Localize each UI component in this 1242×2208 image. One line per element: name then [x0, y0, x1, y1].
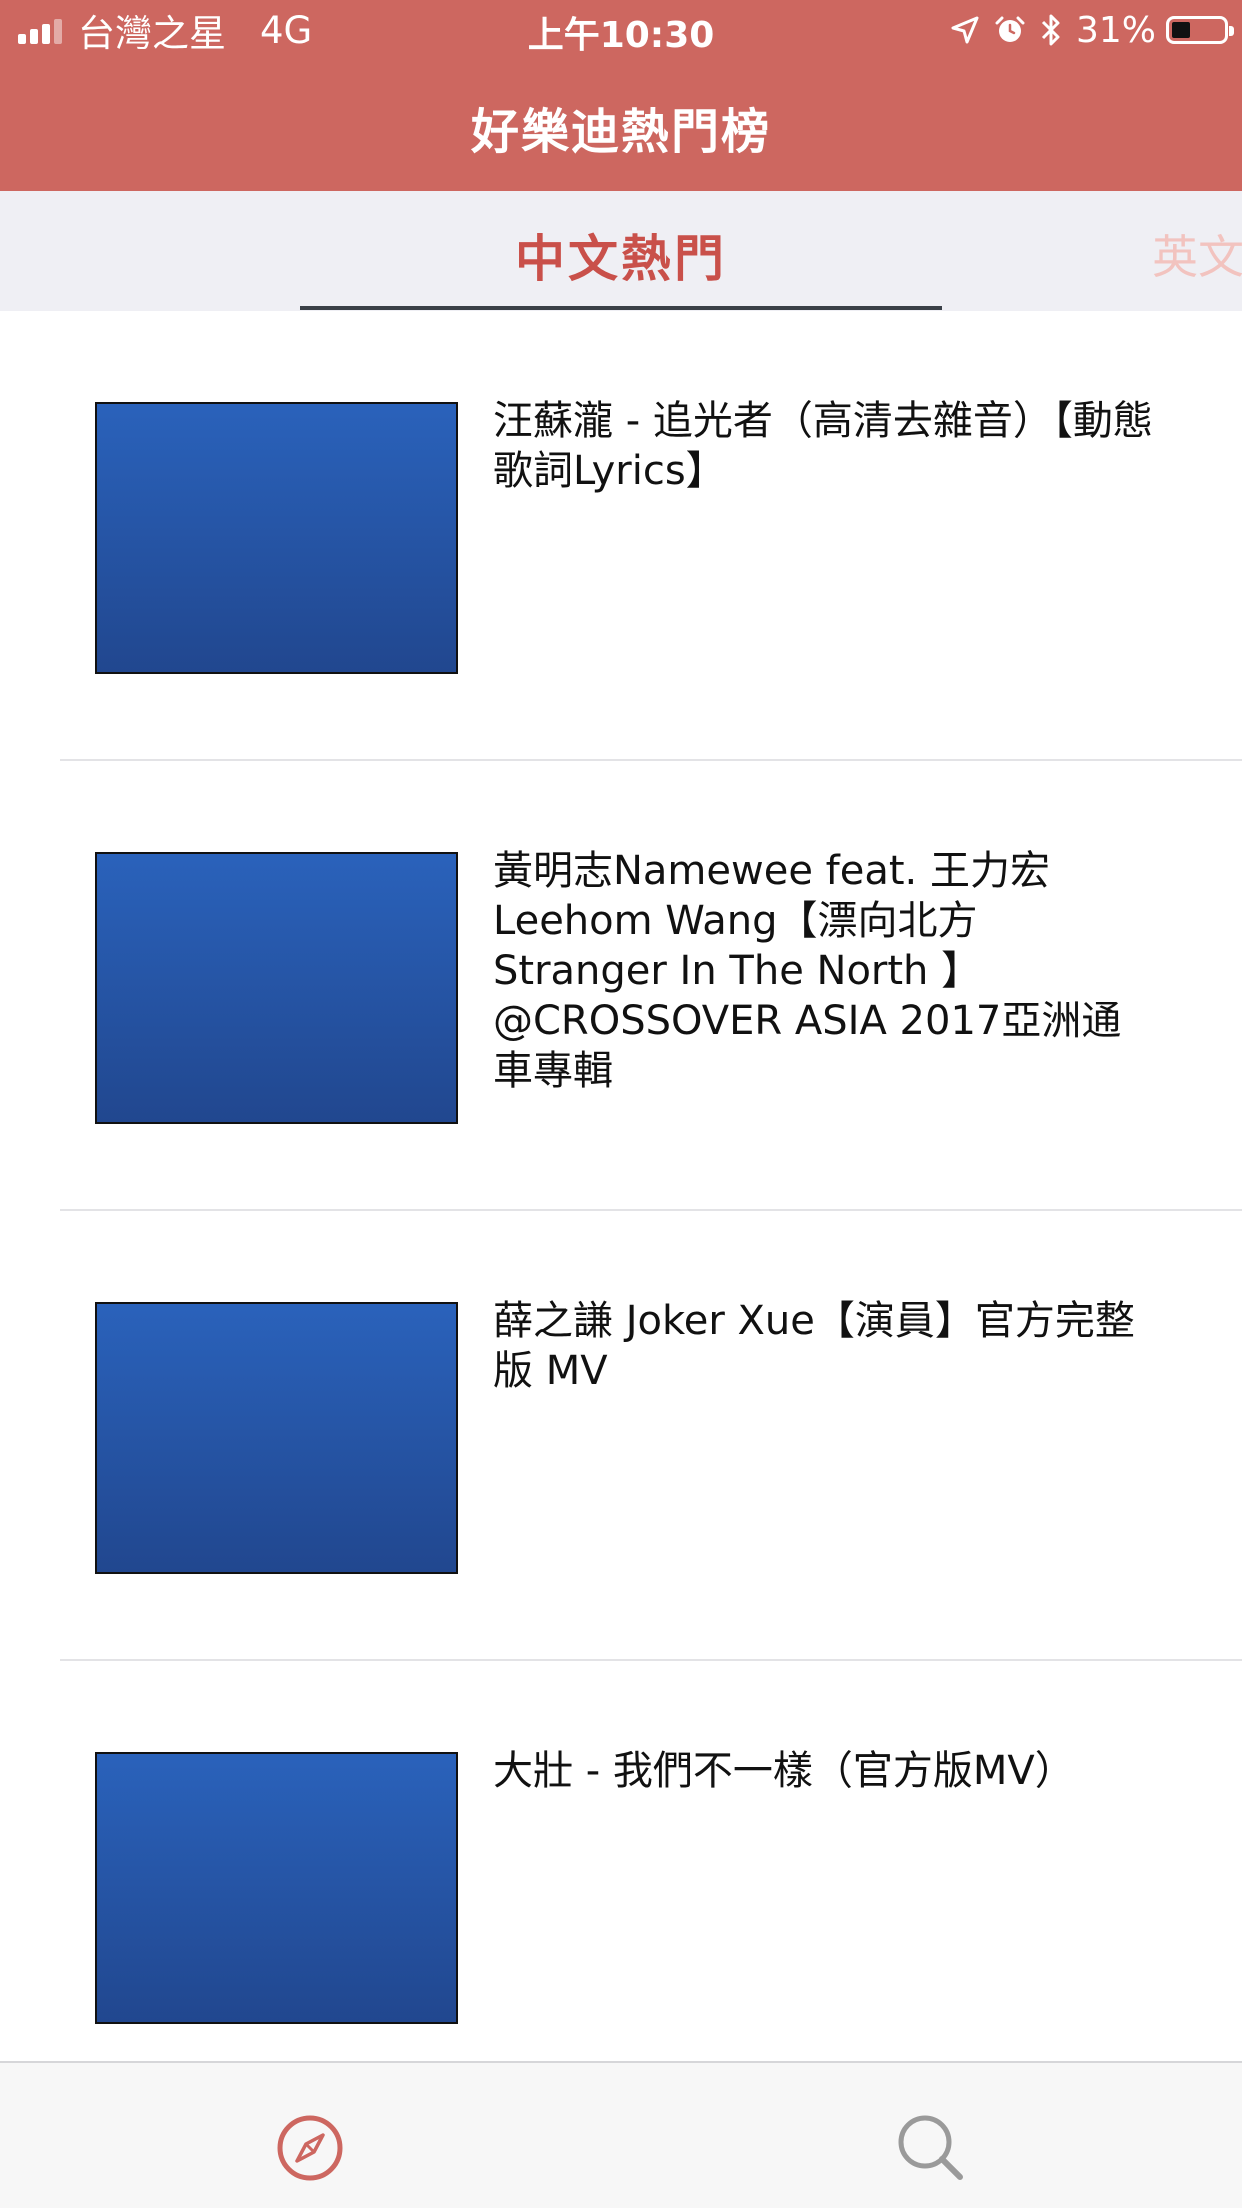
status-bar: 台灣之星 4G 上午10:30 31%: [0, 0, 1242, 60]
video-title: 汪蘇瀧 - 追光者（高清去雜音）【動態歌詞Lyrics】: [493, 398, 1153, 494]
video-thumbnail[interactable]: [95, 1752, 458, 2024]
video-title: 黃明志Namewee feat. 王力宏 Leehom Wang【漂向北方 St…: [493, 848, 1122, 1094]
list-item[interactable]: 黃明志Namewee feat. 王力宏 Leehom Wang【漂向北方 St…: [0, 761, 1242, 1211]
tab-search[interactable]: [886, 2103, 976, 2193]
battery-percent: 31%: [1075, 9, 1156, 51]
battery-icon: [1166, 16, 1234, 44]
list-item[interactable]: 汪蘇瀧 - 追光者（高清去雜音）【動態歌詞Lyrics】: [0, 311, 1242, 761]
tab-discover[interactable]: [265, 2103, 355, 2193]
alarm-clock-icon: [994, 14, 1026, 46]
category-tab-strip: 中文熱門 英文: [0, 191, 1242, 311]
tab-english-hits[interactable]: 英文: [1152, 221, 1242, 287]
bottom-tab-bar: [0, 2061, 1242, 2208]
list-item[interactable]: 薛之謙 Joker Xue【演員】官方完整版 MV: [0, 1211, 1242, 1661]
video-list: 汪蘇瀧 - 追光者（高清去雜音）【動態歌詞Lyrics】 黃明志Namewee …: [0, 311, 1242, 2111]
page-title: 好樂迪熱門榜: [470, 104, 771, 160]
app-screen: 台灣之星 4G 上午10:30 31% 好樂迪熱門榜 中文熱門 英文 汪蘇瀧 -…: [0, 0, 1242, 2208]
bluetooth-icon: [1040, 13, 1062, 47]
video-title: 大壯 - 我們不一樣（官方版MV）: [493, 1748, 1075, 1794]
tab-chinese-hits[interactable]: 中文熱門: [300, 219, 942, 291]
video-thumbnail[interactable]: [95, 852, 458, 1124]
app-header: 台灣之星 4G 上午10:30 31% 好樂迪熱門榜: [0, 0, 1242, 191]
compass-icon: [265, 2115, 355, 2197]
video-thumbnail[interactable]: [95, 402, 458, 674]
list-item[interactable]: 大壯 - 我們不一樣（官方版MV）: [0, 1661, 1242, 2111]
video-title: 薛之謙 Joker Xue【演員】官方完整版 MV: [493, 1298, 1135, 1394]
status-bar-right: 31%: [936, 8, 1234, 52]
search-icon: [886, 2115, 976, 2197]
tab-selected-indicator: [300, 306, 942, 310]
video-thumbnail[interactable]: [95, 1302, 458, 1574]
location-arrow-icon: [950, 15, 980, 45]
